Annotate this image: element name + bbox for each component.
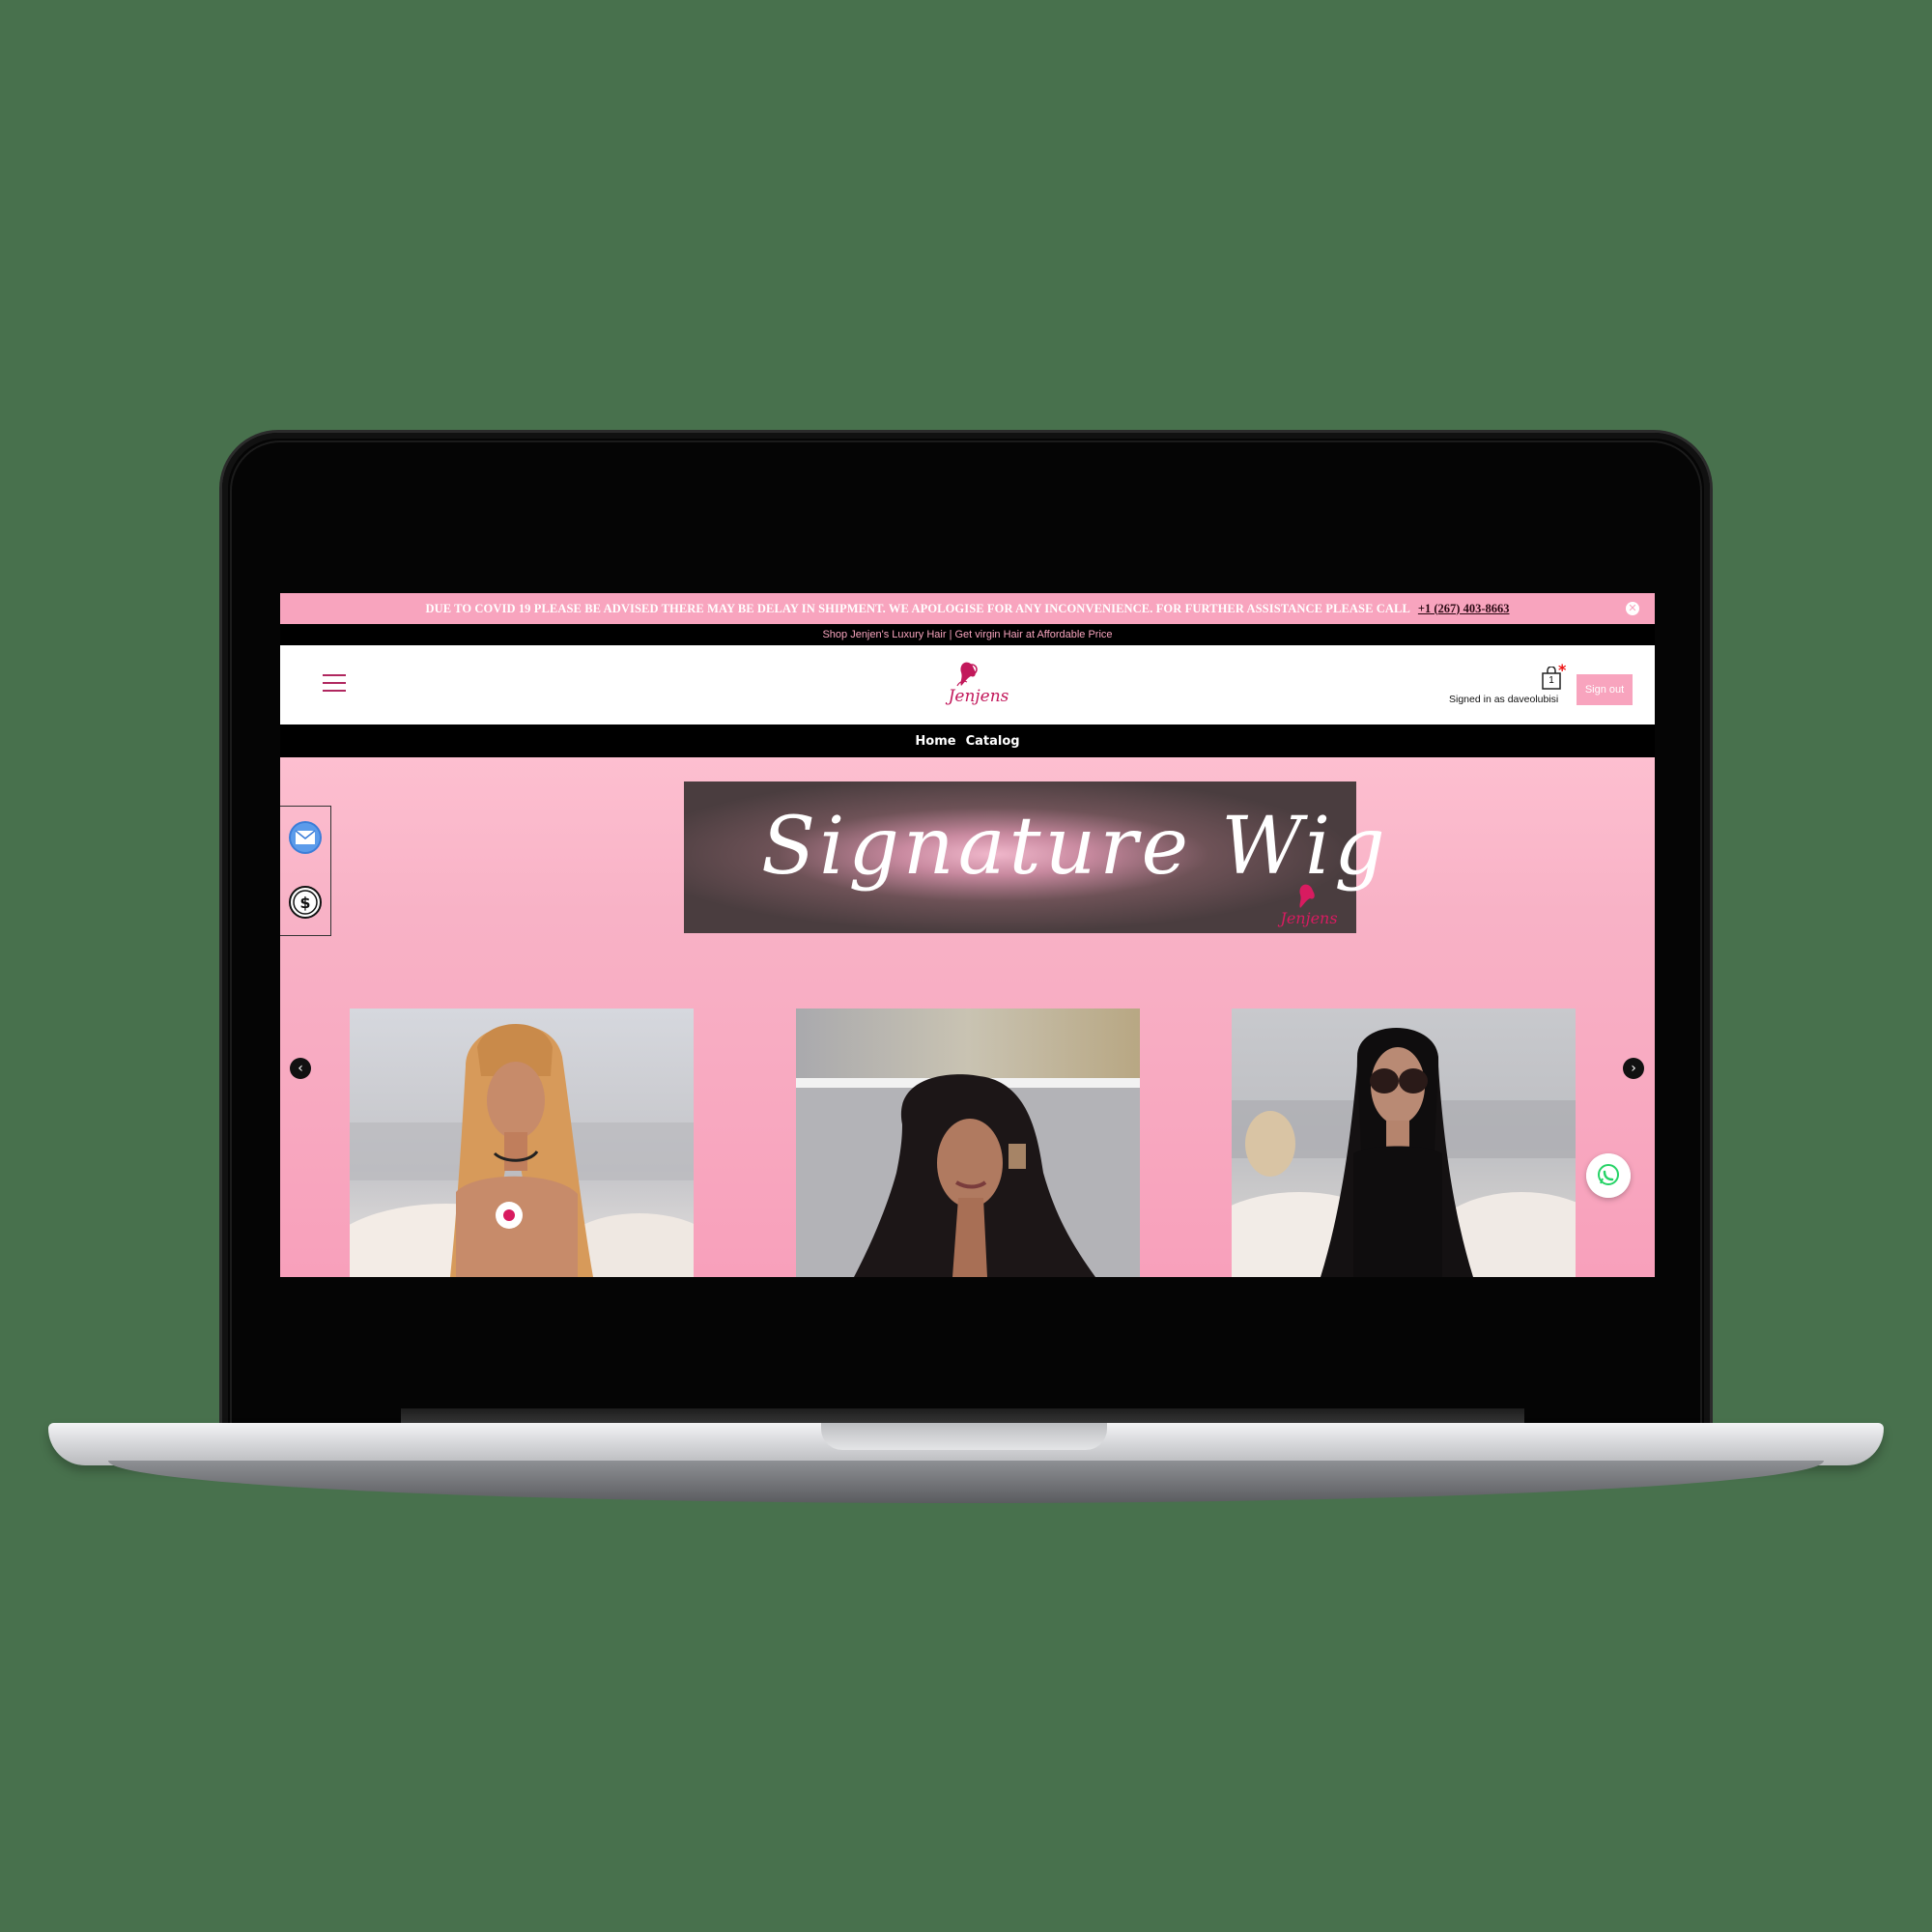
announcement-phone-link[interactable]: +1 (267) 403-8663 [1418, 602, 1510, 616]
sign-out-button[interactable]: Sign out [1577, 674, 1633, 705]
banner-title: Signature Wig [761, 801, 1389, 893]
side-contact-panel: $ [280, 806, 331, 936]
nav-home[interactable]: Home [915, 734, 955, 749]
product-card-black-body-wave-wig[interactable] [796, 1009, 1140, 1277]
banner-logo: Jenjens [1277, 884, 1338, 927]
promo-text: Shop Jenjen's Luxury Hair | Get virgin H… [822, 629, 1113, 640]
laptop-foot [108, 1461, 1824, 1503]
svg-text:Jenjens: Jenjens [1277, 909, 1337, 927]
announcement-text: DUE TO COVID 19 PLEASE BE ADVISED THERE … [425, 601, 1410, 615]
browser-screen: DUE TO COVID 19 PLEASE BE ADVISED THERE … [280, 593, 1655, 1277]
whatsapp-icon[interactable] [1586, 1153, 1631, 1198]
product-card-honey-blonde-wig[interactable] [350, 1009, 694, 1277]
main-nav: Home Catalog [280, 724, 1655, 757]
signed-in-text: Signed in as daveolubisi [1449, 694, 1559, 705]
signature-wig-banner[interactable]: Signature Wig Jenjens [684, 781, 1385, 933]
close-icon[interactable]: ✕ [1626, 602, 1639, 615]
cart-notification-badge: * [1558, 661, 1567, 679]
nav-catalog[interactable]: Catalog [966, 734, 1020, 749]
mail-icon[interactable] [288, 820, 323, 855]
svg-text:$: $ [299, 894, 310, 912]
chevron-right-icon[interactable]: › [1623, 1058, 1644, 1079]
svg-text:Jenjens: Jenjens [946, 687, 1009, 706]
hamburger-icon[interactable] [323, 674, 346, 694]
cart-count: 1 [1548, 675, 1554, 686]
laptop-notch [821, 1423, 1107, 1450]
chevron-left-icon[interactable]: ‹ [290, 1058, 311, 1079]
product-card-black-straight-wig[interactable] [1232, 1009, 1576, 1277]
hero-section: Signature Wig Jenjens $ ‹ › [280, 757, 1655, 1277]
announcement-bar: DUE TO COVID 19 PLEASE BE ADVISED THERE … [280, 593, 1655, 624]
cart-button[interactable]: 1 * [1541, 661, 1566, 690]
dollar-icon[interactable]: $ [288, 885, 323, 920]
promo-bar: Shop Jenjen's Luxury Hair | Get virgin H… [280, 624, 1655, 645]
site-logo[interactable]: Jenjens [940, 657, 1017, 711]
site-header: Jenjens 1 * Signed in as daveolubisi Sig… [280, 645, 1655, 724]
